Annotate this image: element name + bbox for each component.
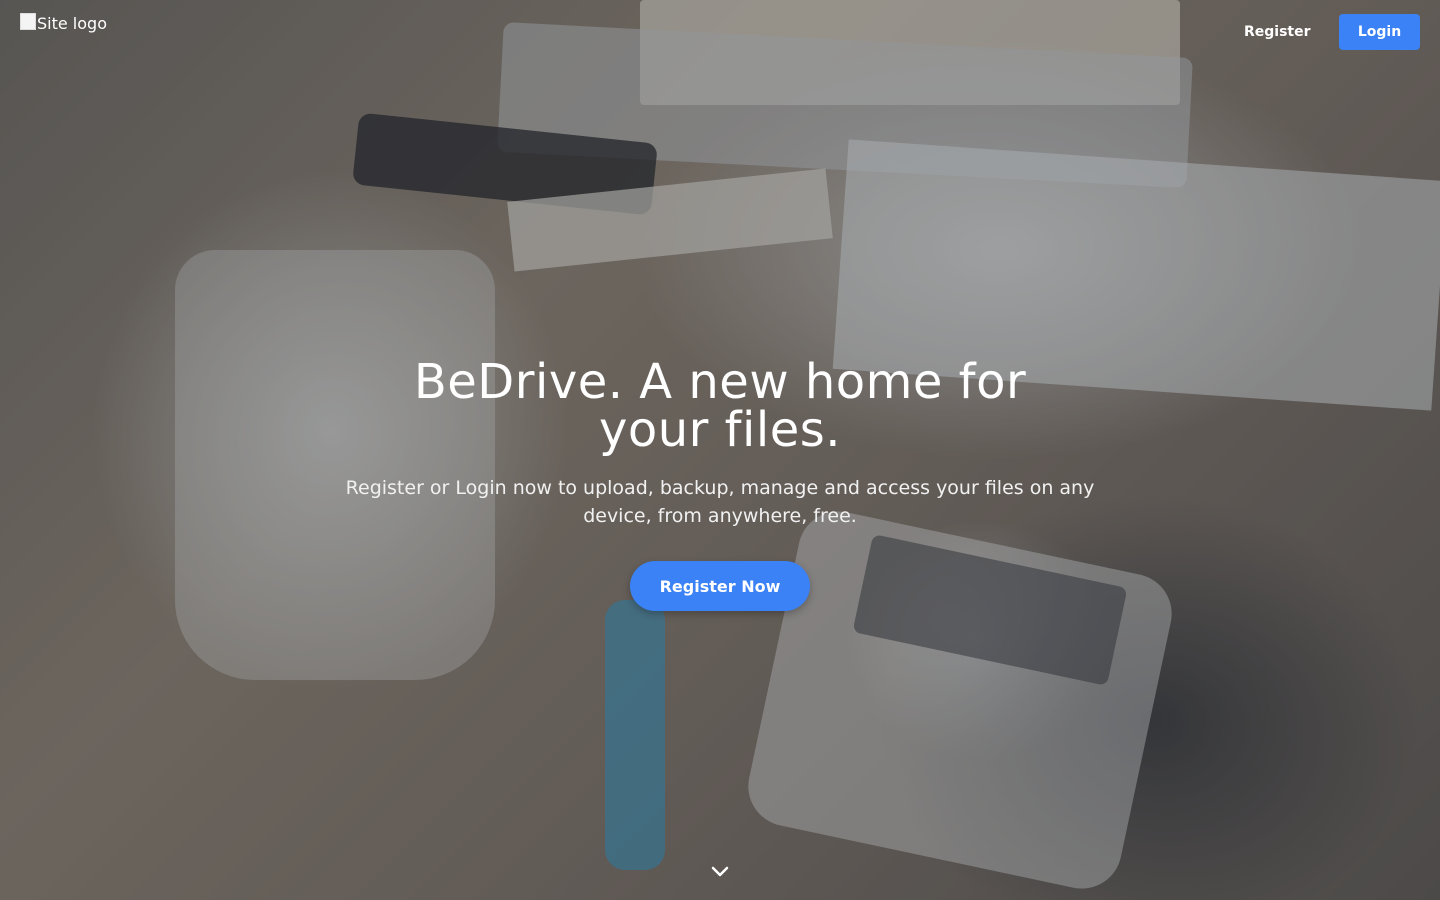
register-button[interactable]: Register (1230, 14, 1325, 50)
site-logo-alt-text: Site logo (37, 14, 107, 33)
login-button[interactable]: Login (1339, 14, 1420, 50)
hero-content: BeDrive. A new home for your files. Regi… (320, 358, 1120, 611)
register-now-button[interactable]: Register Now (630, 561, 810, 611)
chevron-down-icon[interactable] (708, 860, 732, 884)
site-logo[interactable]: Site logo (20, 13, 107, 33)
hero-title: BeDrive. A new home for your files. (413, 354, 1027, 458)
hero-subtitle: Register or Login now to upload, backup,… (345, 477, 1095, 527)
top-navbar: Site logo Register Login (0, 0, 1440, 64)
broken-image-icon (20, 13, 36, 30)
